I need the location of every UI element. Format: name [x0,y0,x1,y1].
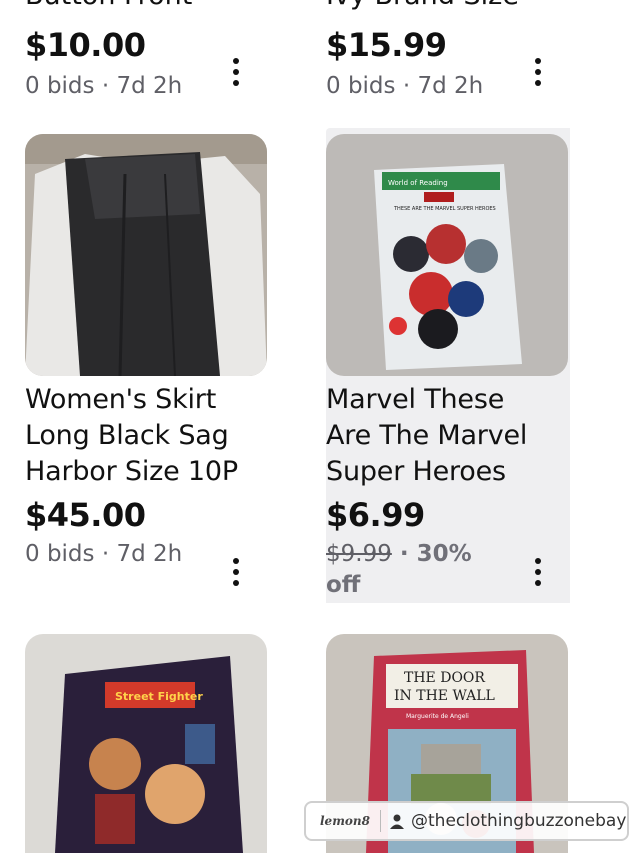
listing-price: $10.00 [25,26,146,64]
listing-meta: 0 bids · 7d 2h [326,73,484,99]
listing-price: $45.00 [25,496,146,534]
book-title-text: THE DOOR [404,670,485,686]
listing-meta: 0 bids · 7d 2h [25,541,183,567]
book-logo-text: Street Fighter [115,690,203,703]
listing-discount: $9.99 · 30% [326,541,472,567]
listing-title-line: Marvel These [326,384,505,415]
discount-suffix: off [326,572,361,598]
listing-meta: 0 bids · 7d 2h [25,73,183,99]
listing-card[interactable]: Button Front $10.00 0 bids · 7d 2h [25,0,275,110]
listing-price: $6.99 [326,496,425,534]
watermark-banner: lemon8 @theclothingbuzzonebay [304,801,629,841]
listing-title-line: Super Heroes [326,456,506,487]
listing-image-street-fighter[interactable]: Street Fighter [25,634,267,853]
discount-percent: · 30% [391,541,472,567]
lemon8-logo: lemon8 [320,814,370,828]
listing-image-skirt[interactable] [25,134,267,376]
listing-card[interactable]: Ivy Brand Size $15.99 0 bids · 7d 2h [326,0,576,110]
more-options-icon[interactable] [230,558,242,588]
more-options-icon[interactable] [532,58,544,88]
listing-title-line: Women's Skirt [25,384,217,415]
more-options-icon[interactable] [532,558,544,588]
book-author-text: Marguerite de Angeli [406,713,469,720]
book-series-text: World of Reading [388,179,448,187]
listing-image-marvel-book[interactable]: World of Reading THESE ARE THE MARVEL SU… [326,134,568,376]
book-title-text: IN THE WALL [394,688,495,704]
listing-title-line: Are The Marvel [326,420,528,451]
divider [380,810,381,832]
user-icon [390,814,404,829]
listing-price: $15.99 [326,26,447,64]
listing-title-block[interactable]: Marvel These Are The Marvel Super Heroes [326,382,576,490]
marvel-book-photo: World of Reading THESE ARE THE MARVEL SU… [326,134,568,376]
listing-title[interactable]: Ivy Brand Size [326,0,519,14]
skirt-photo [25,134,267,376]
street-fighter-photo: Street Fighter [25,634,267,853]
book-title-text: THESE ARE THE MARVEL SUPER HEROES [393,206,496,212]
listing-title-line: Long Black Sag [25,420,229,451]
more-options-icon[interactable] [230,58,242,88]
watermark-handle: @theclothingbuzzonebay [411,811,627,831]
original-price: $9.99 [326,541,392,567]
listing-title[interactable]: Button Front [25,0,192,14]
listing-title-block[interactable]: Women's Skirt Long Black Sag Harbor Size… [25,382,275,490]
listing-title-line: Harbor Size 10P [25,456,238,487]
